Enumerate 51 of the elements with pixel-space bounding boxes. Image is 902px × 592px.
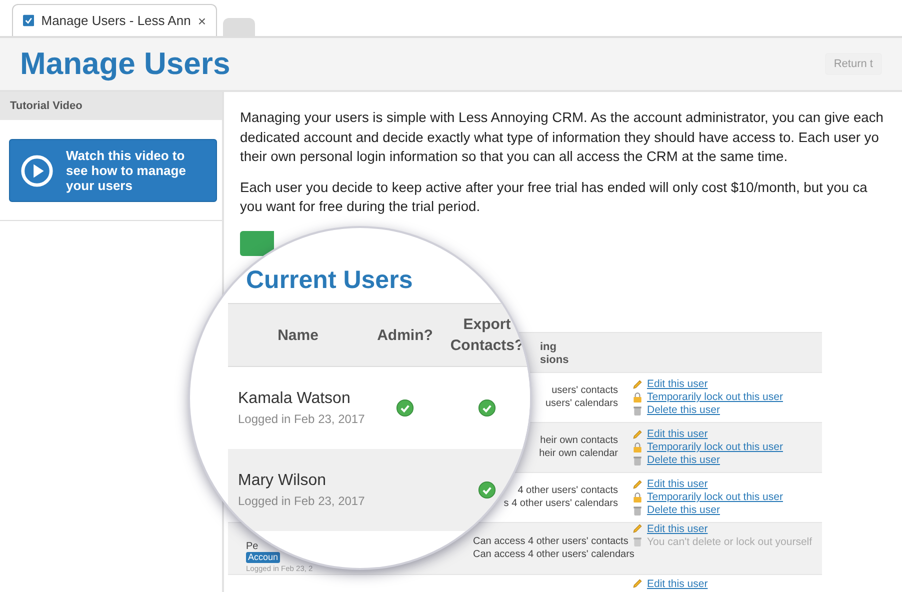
trash-icon (632, 504, 643, 516)
video-button[interactable]: Watch this video to see how to manage your users (9, 139, 217, 202)
return-button[interactable]: Return t (824, 53, 882, 75)
column-header: Export Contacts? (449, 315, 525, 356)
lock-user-link[interactable]: Temporarily lock out this user (647, 441, 783, 453)
notice-text: You can't delete or lock out yourself (647, 536, 812, 548)
permissions-text: heir own contacts heir own calendar (539, 434, 618, 460)
edit-user-link[interactable]: Edit this user (647, 578, 708, 590)
permissions-text: users' contacts users' calendars (546, 384, 618, 410)
edit-user-link[interactable]: Edit this user (647, 378, 708, 390)
play-icon (20, 154, 54, 188)
column-header: ing sions (540, 340, 569, 366)
browser-tab[interactable]: Manage Users - Less Ann × (12, 4, 217, 36)
intro-paragraph: Each user you decide to keep active after your free trial has ended will only cost $10/month, but you ca you want for free during the trial period. (240, 178, 868, 216)
intro-paragraph: Managing your users is simple with Less Annoying CRM. As the account administrator, you can give each dedicated account and decide exactly what type of information they should have access to. Each user yo their own personal login information so that you can all access the CRM at the same time. (240, 109, 884, 166)
login-date: Logged in Feb 23, 2017 (238, 412, 366, 426)
user-name: Kamala Watson (238, 390, 352, 408)
edit-user-link[interactable]: Edit this user (647, 428, 708, 440)
permissions-text: 4 other users' contacts s 4 other users' calendars (504, 484, 618, 510)
trash-icon (632, 404, 643, 416)
padlock-icon (632, 392, 643, 402)
edit-user-link[interactable]: Edit this user (647, 478, 708, 490)
pencil-icon (632, 478, 643, 490)
action-button[interactable] (240, 230, 274, 256)
padlock-icon (632, 442, 643, 452)
section-heading: Current Users (246, 266, 414, 295)
pencil-icon (632, 428, 643, 440)
permissions-text: Can access 4 other users' contacts Can access 4 other users' calendars (473, 534, 634, 560)
role-badge: Accoun (246, 552, 280, 562)
delete-user-link[interactable]: Delete this user (647, 404, 720, 416)
sidebar-heading: Tutorial Video (0, 92, 222, 120)
edit-user-link[interactable]: Edit this user (647, 522, 708, 534)
trash-icon (632, 454, 643, 466)
delete-user-link[interactable]: Delete this user (647, 454, 720, 466)
tab-title: Manage Users - Less Ann (41, 13, 191, 28)
login-date: Logged in Feb 23, 2017 (238, 494, 366, 508)
padlock-icon (632, 492, 643, 502)
pencil-icon (632, 378, 643, 390)
close-icon[interactable]: × (198, 12, 206, 28)
user-name: Mary Wilson (238, 472, 328, 490)
lock-user-link[interactable]: Temporarily lock out this user (647, 491, 783, 503)
pencil-icon (632, 523, 643, 534)
checkmark-icon (23, 13, 34, 28)
column-header: Name (276, 326, 320, 346)
user-name: Pe (246, 540, 260, 552)
page-title: Manage Users (20, 46, 230, 82)
pencil-icon (632, 578, 643, 589)
column-header: Admin? (376, 326, 434, 346)
trash-icon (632, 536, 643, 547)
lock-user-link[interactable]: Temporarily lock out this user (647, 391, 783, 403)
delete-user-link[interactable]: Delete this user (647, 504, 720, 516)
